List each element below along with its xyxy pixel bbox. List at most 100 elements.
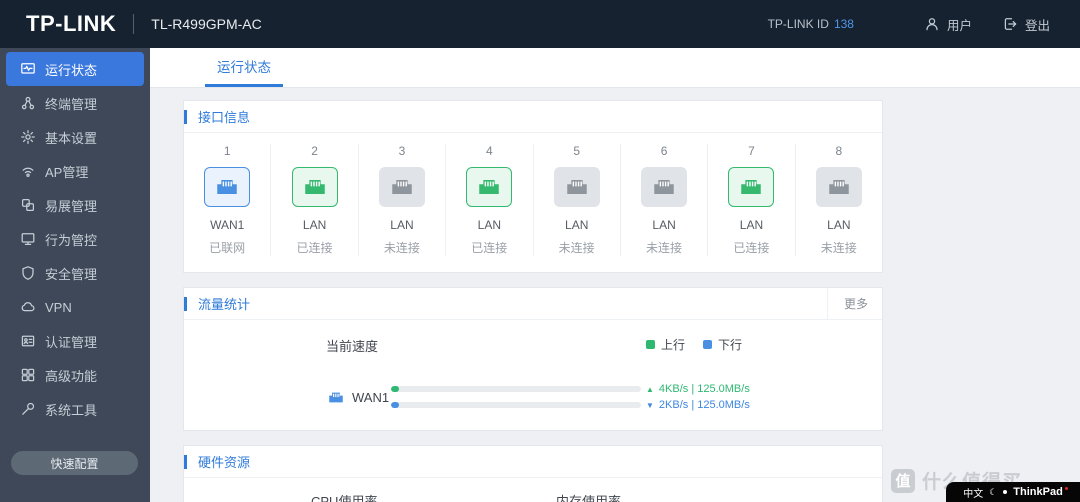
- sidebar-item-auth-management[interactable]: 认证管理: [6, 324, 144, 358]
- sidebar-item-ap-management[interactable]: AP管理: [6, 154, 144, 188]
- ethernet-port-icon: [466, 167, 513, 207]
- port-cell: 1 WAN1 已联网: [184, 144, 272, 256]
- interface-info-card: 接口信息 1 WAN1 已联网 2 LAN 已连接 3 LAN 未连接 4 LA…: [183, 100, 883, 273]
- sidebar-item-mesh-management[interactable]: 易展管理: [6, 188, 144, 222]
- sidebar-item-label: 运行状态: [45, 62, 98, 78]
- port-status: 未连接: [646, 241, 683, 255]
- traffic-legend: 上行 下行: [646, 336, 742, 353]
- port-name: WAN1: [210, 218, 245, 232]
- sidebar-item-label: VPN: [45, 299, 72, 315]
- sidebar-item-label: 行为管控: [45, 232, 98, 248]
- port-number: 3: [398, 144, 406, 158]
- topbar-divider: [133, 14, 135, 34]
- traffic-stats-card: 流量统计 更多 当前速度 上行 下行 WAN1 ▲ 4KB/s | 125.0M…: [183, 287, 883, 431]
- download-rate: ▼ 2KB/s | 125.0MB/s: [646, 397, 750, 413]
- card-title: 接口信息: [184, 107, 250, 126]
- topbar: TP-LINK TL-R499GPM-AC TP-LINK ID 138 用户 登…: [0, 0, 1080, 48]
- traffic-stats-header: 流量统计 更多: [184, 287, 882, 320]
- settings-gear-icon: [20, 129, 36, 145]
- legend-download: 下行: [703, 336, 742, 353]
- port-name: LAN: [739, 218, 764, 232]
- wan-interface-row: WAN1: [327, 390, 389, 405]
- running-status-icon: [20, 61, 36, 77]
- port-name: LAN: [652, 218, 676, 232]
- thinkpad-brand-label: ThinkPad: [1013, 486, 1068, 498]
- download-arrow-icon: ▼: [646, 400, 654, 410]
- shield-icon: [20, 265, 36, 281]
- ethernet-port-icon: [378, 167, 425, 207]
- port-status: 已连接: [471, 241, 508, 255]
- legend-upload: 上行: [646, 336, 685, 353]
- sidebar-item-label: 高级功能: [45, 368, 98, 384]
- port-cell: 8 LAN 未连接: [796, 144, 882, 256]
- port-cell: 7 LAN 已连接: [708, 144, 796, 256]
- download-swatch-icon: [703, 340, 713, 349]
- port-name: LAN: [477, 218, 501, 232]
- user-label: 用户: [946, 18, 972, 33]
- memory-usage-label: 内存使用率: [556, 494, 622, 502]
- sidebar-item-advanced-features[interactable]: 高级功能: [6, 358, 144, 392]
- thinkpad-badge: 中文 ☾ ThinkPad: [946, 482, 1080, 502]
- port-cell: 2 LAN 已连接: [271, 144, 359, 256]
- sidebar: 运行状态 终端管理 基本设置 AP管理 易展管理 行为管控 安全管理 VPN 认…: [0, 48, 150, 502]
- monitor-icon: [20, 231, 36, 247]
- port-number: 6: [660, 144, 668, 158]
- sidebar-item-label: 认证管理: [45, 334, 98, 350]
- upload-rate: ▲ 4KB/s | 125.0MB/s: [646, 381, 750, 397]
- wan-name: WAN1: [352, 390, 390, 405]
- traffic-body: 当前速度 上行 下行 WAN1 ▲ 4KB/s | 125.0MB/s ▼ 2K…: [184, 320, 882, 430]
- main-area: 运行状态 接口信息 1 WAN1 已联网 2 LAN 已连接 3 LAN 未连接…: [150, 48, 1080, 502]
- tplink-logo: TP-LINK: [26, 11, 117, 36]
- sidebar-item-basic-settings[interactable]: 基本设置: [6, 120, 144, 154]
- sidebar-item-terminal-management[interactable]: 终端管理: [6, 86, 144, 120]
- port-status: 未连接: [820, 241, 857, 255]
- logout-icon: [1002, 16, 1018, 32]
- port-cell: 6 LAN 未连接: [621, 144, 709, 256]
- terminal-management-icon: [20, 95, 36, 111]
- port-status: 未连接: [558, 241, 595, 255]
- sidebar-item-system-tools[interactable]: 系统工具: [6, 392, 144, 426]
- sidebar-item-label: 易展管理: [45, 198, 98, 214]
- more-link[interactable]: 更多: [826, 287, 882, 320]
- sidebar-item-behavior-control[interactable]: 行为管控: [6, 222, 144, 256]
- wrench-icon: [20, 401, 36, 417]
- upload-arrow-icon: ▲: [646, 384, 654, 394]
- sidebar-item-label: AP管理: [45, 164, 89, 180]
- card-title: 流量统计: [184, 294, 250, 313]
- input-lang-label: 中文: [963, 488, 984, 500]
- sidebar-item-label: 终端管理: [45, 96, 98, 112]
- sidebar-item-label: 基本设置: [45, 130, 98, 146]
- logout-label: 登出: [1024, 18, 1050, 33]
- tab-running-status[interactable]: 运行状态: [205, 48, 283, 87]
- download-rate-text: 2KB/s | 125.0MB/s: [658, 399, 750, 411]
- port-status: 已联网: [209, 241, 246, 255]
- upload-swatch-icon: [646, 340, 655, 349]
- port-number: 7: [748, 144, 755, 158]
- interface-info-header: 接口信息: [184, 101, 882, 133]
- port-name: LAN: [565, 218, 589, 232]
- upload-rate-text: 4KB/s | 125.0MB/s: [658, 383, 750, 395]
- sidebar-item-label: 安全管理: [45, 266, 98, 282]
- smzdm-logo-icon: 值: [890, 468, 915, 493]
- router-admin-page: TP-LINK TL-R499GPM-AC TP-LINK ID 138 用户 登…: [0, 0, 1080, 502]
- port-cell: 5 LAN 未连接: [534, 144, 621, 256]
- dot-icon: [1003, 490, 1008, 494]
- sidebar-item-vpn[interactable]: VPN: [6, 290, 144, 324]
- sidebar-item-running-status[interactable]: 运行状态: [6, 52, 144, 86]
- cpu-usage-label: CPU使用率: [311, 494, 378, 502]
- logout-button[interactable]: 登出: [1002, 15, 1050, 34]
- rate-labels: ▲ 4KB/s | 125.0MB/s ▼ 2KB/s | 125.0MB/s: [646, 381, 750, 413]
- sidebar-item-security-management[interactable]: 安全管理: [6, 256, 144, 290]
- ap-signal-icon: [20, 163, 36, 179]
- user-icon: [924, 16, 940, 32]
- hardware-body: CPU使用率 内存使用率: [184, 478, 882, 502]
- port-number: 2: [311, 144, 318, 158]
- tplink-id[interactable]: TP-LINK ID 138: [768, 17, 854, 31]
- port-number: 5: [573, 144, 581, 158]
- user-button[interactable]: 用户: [924, 15, 972, 34]
- legend-upload-label: 上行: [661, 338, 686, 352]
- cloud-icon: [20, 299, 36, 315]
- port-cell: 3 LAN 未连接: [359, 144, 447, 256]
- quick-setup-button[interactable]: 快速配置: [11, 451, 138, 475]
- device-model: TL-R499GPM-AC: [151, 16, 262, 32]
